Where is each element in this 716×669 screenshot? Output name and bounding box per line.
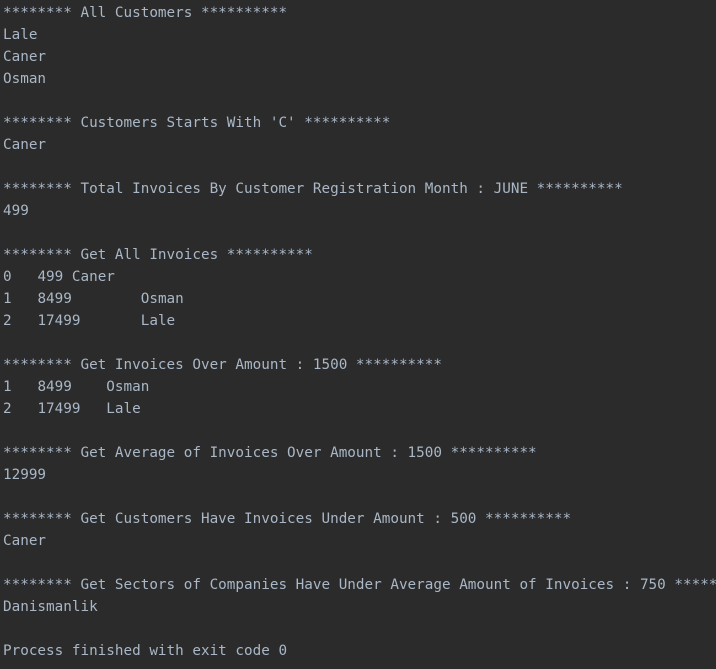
blank-5 <box>3 420 716 442</box>
blank-7 <box>3 552 716 574</box>
header-customers-starts-with-c: ******** Customers Starts With 'C' *****… <box>3 115 391 131</box>
process-finished: Process finished with exit code 0 <box>3 643 288 659</box>
average-invoices-over-1500-value: 12999 <box>3 467 47 483</box>
invoices-over-1500-row-2: 2 17499 Lale <box>3 401 141 417</box>
blank-3 <box>3 222 716 244</box>
invoices-over-1500-row-1: 1 8499 Osman <box>3 379 150 395</box>
all-invoices-row-1: 1 8499 Osman <box>3 291 184 307</box>
header-average-invoices-over-1500: ******** Get Average of Invoices Over Am… <box>3 445 537 461</box>
customer-lale: Lale <box>3 27 38 43</box>
customer-caner: Caner <box>3 49 47 65</box>
sectors-under-average-750-danismanlik: Danismanlik <box>3 599 98 615</box>
blank-4 <box>3 332 716 354</box>
all-invoices-row-2: 2 17499 Lale <box>3 313 176 329</box>
customer-osman: Osman <box>3 71 47 87</box>
total-invoices-by-month-value: 499 <box>3 203 29 219</box>
header-customers-invoices-under-500: ******** Get Customers Have Invoices Und… <box>3 511 572 527</box>
console-output-panel[interactable]: ******** All Customers ********** Lale Can… <box>0 0 716 669</box>
customers-starts-with-c-caner: Caner <box>3 137 47 153</box>
blank-2 <box>3 156 716 178</box>
blank-8 <box>3 618 716 640</box>
customers-invoices-under-500-caner: Caner <box>3 533 47 549</box>
header-invoices-over-1500: ******** Get Invoices Over Amount : 1500… <box>3 357 442 373</box>
header-total-invoices-by-month: ******** Total Invoices By Customer Regi… <box>3 181 623 197</box>
header-all-customers: ******** All Customers ********** <box>3 5 288 21</box>
blank-1 <box>3 90 716 112</box>
all-invoices-row-0: 0 499 Caner <box>3 269 115 285</box>
header-sectors-under-average-750: ******** Get Sectors of Companies Have U… <box>3 577 716 593</box>
blank-6 <box>3 486 716 508</box>
header-get-all-invoices: ******** Get All Invoices ********** <box>3 247 313 263</box>
